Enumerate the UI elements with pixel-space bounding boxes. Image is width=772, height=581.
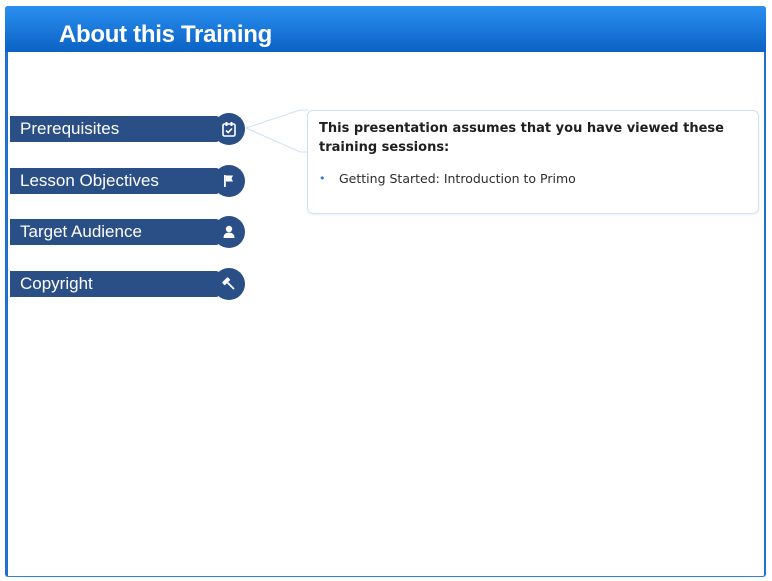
tab-target-audience-icon-button[interactable] xyxy=(213,216,245,248)
tab-lesson-objectives-icon-button[interactable] xyxy=(213,165,245,197)
prerequisite-list: • Getting Started: Introduction to Primo xyxy=(319,170,576,188)
tab-prerequisites[interactable]: Prerequisites xyxy=(10,113,245,145)
tab-copyright-icon-button[interactable] xyxy=(213,268,245,300)
prerequisites-callout: This presentation assumes that you have … xyxy=(307,110,759,214)
person-icon xyxy=(223,225,235,238)
tab-lesson-objectives[interactable]: Lesson Objectives xyxy=(10,165,245,197)
tab-copyright-label: Copyright xyxy=(20,274,93,293)
gavel-icon xyxy=(222,277,235,290)
tab-prerequisites-label: Prerequisites xyxy=(20,119,120,138)
list-item-text: Getting Started: Introduction to Primo xyxy=(339,171,576,186)
tab-copyright[interactable]: Copyright xyxy=(10,268,245,300)
bullet-icon: • xyxy=(319,172,326,185)
checklist-clipboard-icon xyxy=(222,122,236,137)
tab-prerequisites-icon-button[interactable] xyxy=(213,113,245,145)
callout-heading: This presentation assumes that you have … xyxy=(319,121,724,155)
flag-icon xyxy=(224,175,233,187)
tab-lesson-objectives-label: Lesson Objectives xyxy=(20,171,159,190)
tab-target-audience[interactable]: Target Audience xyxy=(10,216,245,248)
list-item: • Getting Started: Introduction to Primo xyxy=(319,170,576,188)
tab-target-audience-label: Target Audience xyxy=(20,222,142,241)
